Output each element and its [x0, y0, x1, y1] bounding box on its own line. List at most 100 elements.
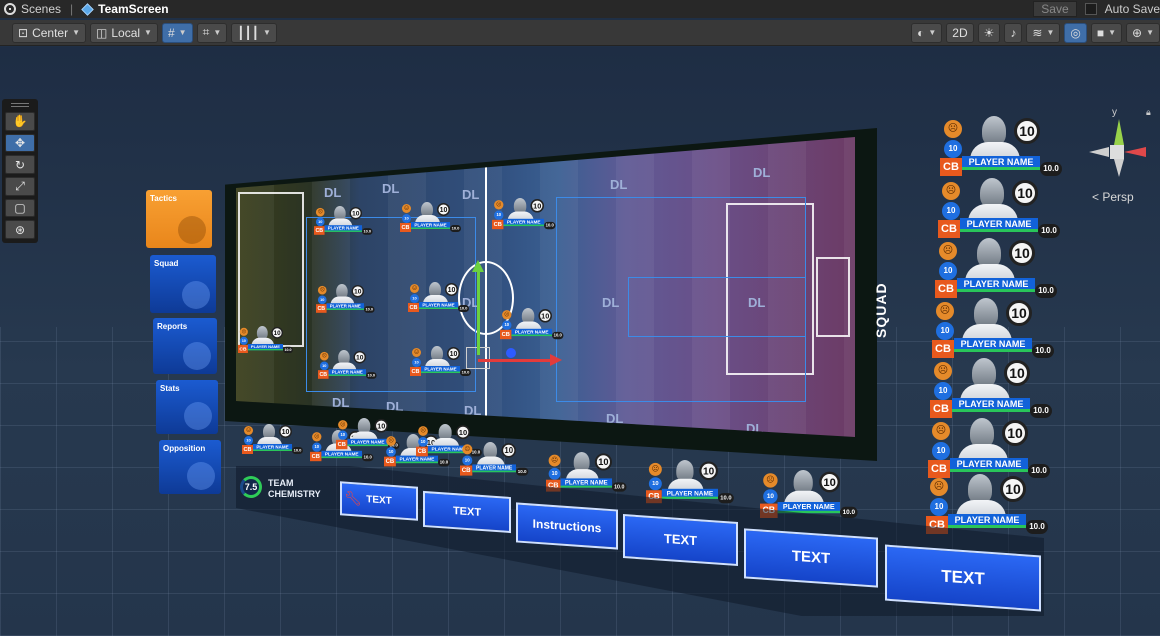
gizmos-dropdown[interactable]: ⊕ ▼ [1126, 22, 1160, 43]
instructions-button[interactable]: Instructions [516, 502, 618, 550]
player-name: PLAYER NAME [324, 225, 362, 232]
player-number: 10 [386, 446, 396, 457]
pitch-player-card[interactable]: ☹ 10 CB 10 PLAYER NAME 10.0 [316, 284, 375, 313]
move-tool-button[interactable]: ✥ [5, 133, 35, 153]
player-position: CB [242, 445, 253, 454]
draw-mode-dropdown[interactable]: ◐ ▼ [911, 22, 943, 43]
gizmo-center-cube-icon[interactable] [1110, 145, 1124, 159]
player-number: 10 [462, 455, 473, 466]
player-number: 10 [312, 442, 322, 452]
pitch-player-card[interactable]: ☹ 10 CB 10 PLAYER NAME 10.0 [318, 350, 377, 379]
zone-label: DL [602, 295, 620, 310]
player-name: PLAYER NAME [952, 398, 1030, 412]
side-tab-tactics[interactable]: Tactics [146, 190, 212, 248]
bottom-text-button-3[interactable]: TEXT [623, 513, 738, 567]
tactic-zone[interactable] [628, 277, 806, 337]
gizmo-x-axis-icon[interactable] [1124, 147, 1146, 157]
bench-player-card[interactable]: ☹ 10 CB 10 PLAYER NAME 10.0 [460, 442, 529, 476]
transform-tool-button[interactable]: ⊛ [5, 220, 35, 239]
snap-increment-button[interactable]: ⌗ ▼ [196, 22, 228, 43]
orientation-gizmo[interactable]: y 🔒︎ [1086, 105, 1151, 185]
player-score: 10.0 [364, 306, 375, 313]
player-number: 10 [939, 262, 957, 280]
lighting-toggle[interactable]: ☀ [977, 22, 1001, 43]
squad-player-card[interactable]: ☹ 10 CB 10 PLAYER NAME 10.0 [926, 474, 1048, 534]
squad-player-card[interactable]: ☹ 10 CB 10 PLAYER NAME 10.0 [935, 238, 1057, 298]
perspective-label[interactable]: < Persp [1092, 190, 1134, 204]
player-rating: 10 [455, 425, 470, 440]
side-tab-label: Stats [160, 384, 180, 393]
side-tab-opposition[interactable]: Opposition [159, 440, 221, 494]
player-name: PLAYER NAME [954, 338, 1032, 352]
effects-dropdown[interactable]: ≋ ▼ [1026, 22, 1061, 43]
chevron-down-icon: ▼ [72, 28, 81, 37]
squad-player-card[interactable]: ☹ 10 CB 10 PLAYER NAME 10.0 [940, 116, 1062, 176]
pitch-player-card[interactable]: ☹ 10 CB 10 PLAYER NAME 10.0 [500, 308, 564, 340]
pivot-rotation-dropdown[interactable]: ◫ Local ▼ [90, 22, 158, 43]
mood-sad-icon: ☹ [648, 462, 662, 476]
mood-sad-icon: ☹ [936, 302, 954, 320]
breadcrumb-scenes[interactable]: Scenes [21, 2, 61, 16]
pitch-player-card[interactable]: ☹ 10 CB 10 PLAYER NAME 10.0 [410, 346, 471, 376]
2d-toggle[interactable]: 2D [946, 22, 974, 43]
palette-grip-handle[interactable] [11, 103, 29, 107]
gizmo-y-axis-icon[interactable] [1114, 119, 1124, 145]
auto-save-checkbox[interactable] [1084, 3, 1097, 15]
player-score: 10.0 [1038, 224, 1060, 238]
player-number: 10 [338, 430, 348, 440]
player-position: CB [932, 340, 954, 358]
side-tab-reports[interactable]: Reports [153, 318, 217, 374]
side-tab-squad[interactable]: Squad [150, 255, 216, 313]
pitch-player-card[interactable]: ☹ 10 CB 10 PLAYER NAME 10.0 [400, 202, 461, 232]
pitch-player-card[interactable]: ☹ 10 CB 10 PLAYER NAME 10.0 [238, 326, 293, 353]
eye-hidden-icon: ◎ [1070, 25, 1081, 40]
scene-visibility-toggle[interactable]: ◎ [1064, 22, 1087, 43]
squad-player-card[interactable]: ☹ 10 CB 10 PLAYER NAME 10.0 [932, 298, 1054, 358]
bottom-text-button-2[interactable]: TEXT [423, 490, 511, 534]
gizmo-neg-x-axis-icon[interactable] [1089, 147, 1109, 157]
bottom-text-button-4[interactable]: TEXT [744, 528, 878, 588]
move-y-arrow-icon[interactable] [472, 260, 484, 355]
hand-tool-button[interactable]: ✋ [5, 111, 35, 131]
squad-player-card[interactable]: ☹ 10 CB 10 PLAYER NAME 10.0 [930, 358, 1052, 418]
player-score: 10.0 [1030, 404, 1052, 418]
squad-player-card[interactable]: ☹ 10 CB 10 PLAYER NAME 10.0 [938, 178, 1060, 238]
audio-toggle[interactable]: ♪ [1004, 22, 1023, 43]
breadcrumb-teamscreen[interactable]: TeamScreen [98, 2, 168, 16]
side-tab-stats[interactable]: Stats [156, 380, 218, 434]
pitch-player-card[interactable]: ☹ 10 CB 10 PLAYER NAME 10.0 [314, 206, 373, 235]
scale-tool-button[interactable]: ⤢ [5, 176, 35, 196]
gizmo-z-axis-icon[interactable] [1114, 159, 1124, 177]
pivot-mode-dropdown[interactable]: ⊡ Center ▼ [12, 22, 87, 43]
player-number: 10 [930, 498, 948, 516]
save-button[interactable]: Save [1033, 1, 1077, 17]
bench-player-card[interactable]: ☹ 10 CB 10 PLAYER NAME 10.0 [646, 460, 734, 504]
rect-tool-button[interactable]: ▢ [5, 198, 35, 218]
bench-player-card[interactable]: ☹ 10 CB 10 PLAYER NAME 10.0 [546, 452, 627, 492]
player-name: PLAYER NAME [328, 369, 366, 376]
wrench-icon: 🔧︎ [344, 490, 362, 506]
player-number: 10 [244, 436, 253, 445]
move-z-handle-icon[interactable] [506, 348, 516, 358]
side-tab-label: Tactics [150, 194, 177, 203]
player-position: CB [310, 451, 322, 462]
player-score: 10.0 [1035, 284, 1057, 298]
pitch-player-card[interactable]: ☹ 10 CB 10 PLAYER NAME 10.0 [408, 282, 469, 312]
increment-snap-button[interactable]: ┃┃┃ ▼ [231, 22, 277, 43]
pitch-player-card[interactable]: ☹ 10 CB 10 PLAYER NAME 10.0 [492, 198, 556, 230]
bench-player-card[interactable]: ☹ 10 CB 10 PLAYER NAME 10.0 [242, 424, 303, 454]
camera-dropdown[interactable]: ■ ▼ [1090, 22, 1123, 43]
rotate-tool-button[interactable]: ↻ [5, 155, 35, 174]
player-number: 10 [944, 140, 962, 158]
player-name: PLAYER NAME [326, 303, 364, 310]
move-x-arrow-icon[interactable] [478, 354, 562, 366]
bottom-text-button-5[interactable]: TEXT [885, 544, 1041, 612]
player-number: 10 [648, 477, 662, 491]
lock-icon[interactable]: 🔒︎ [1146, 107, 1151, 118]
grid-snap-toggle[interactable]: # ▼ [161, 22, 193, 43]
player-score: 10.0 [516, 467, 529, 476]
move-icon: ✥ [14, 135, 26, 150]
player-rating: 10 [447, 347, 460, 360]
player-number: 10 [315, 217, 325, 227]
squad-player-card[interactable]: ☹ 10 CB 10 PLAYER NAME 10.0 [928, 418, 1050, 478]
